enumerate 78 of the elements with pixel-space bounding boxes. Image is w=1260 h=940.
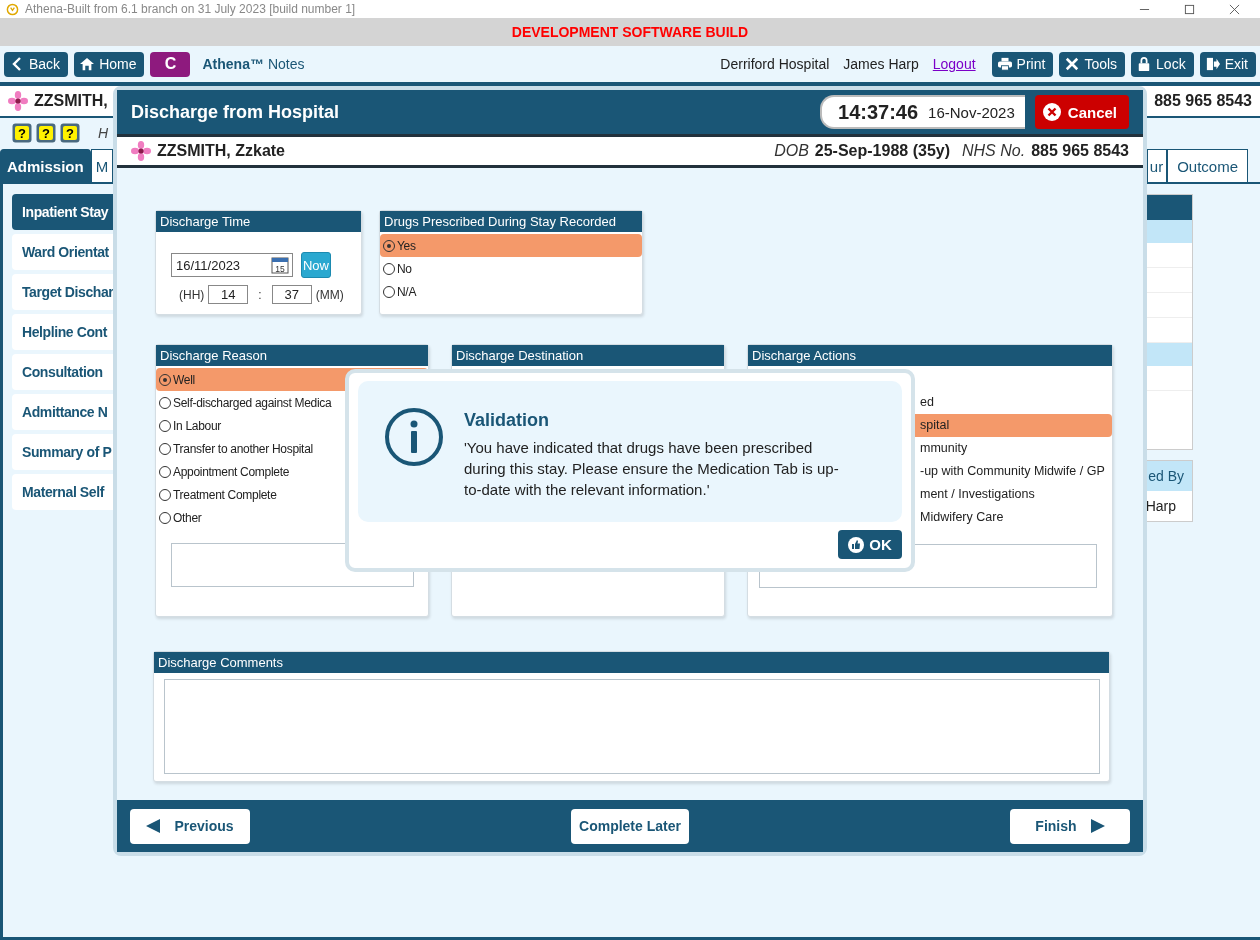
nhs-label: NHS No. [962, 142, 1026, 160]
tab[interactable]: Outcome [1167, 149, 1248, 182]
thumbs-up-icon[interactable] [848, 536, 865, 553]
home-button[interactable]: Home [74, 51, 145, 77]
minutes-field[interactable]: 37 [271, 285, 312, 304]
triangle-right-icon[interactable] [1090, 819, 1105, 833]
date-field[interactable]: 16/11/2023 15 [171, 253, 293, 277]
radio-option[interactable]: Self-discharged against Medica [156, 391, 428, 414]
table-cell-text: Harp [1144, 497, 1177, 516]
hospital-name: Derriford Hospital [720, 56, 830, 72]
radio-option[interactable]: Yes [380, 234, 642, 257]
tab[interactable]: M [90, 149, 114, 182]
panel-title: Discharge Time [156, 211, 361, 232]
flower-icon [8, 91, 28, 111]
radio-option[interactable]: In Labour [156, 414, 428, 437]
panel-title: Drugs Prescribed During Stay Recorded [380, 211, 642, 232]
calendar-icon[interactable]: 15 [271, 256, 289, 274]
user-name: James Harp [843, 56, 919, 72]
dialog-title: Discharge from Hospital [131, 101, 340, 123]
window-title: Athena-Built from 6.1 branch on 31 July 2023 [build number 1] [25, 2, 356, 16]
previous-button[interactable]: Previous [130, 808, 250, 844]
logout-link[interactable]: Logout [932, 56, 976, 72]
time-separator: : [258, 287, 262, 302]
radio-option[interactable]: Other [156, 506, 428, 529]
exit-icon[interactable] [1205, 57, 1220, 71]
back-button[interactable]: Back [4, 51, 69, 77]
radio-option[interactable]: Transfer to another Hospital [156, 437, 428, 460]
hours-label: (HH) [179, 287, 205, 302]
validation-title: Validation [464, 410, 551, 431]
patient-name: ZZSMITH, Zzkate [157, 142, 285, 160]
app-section: Notes [267, 56, 305, 72]
alert-icon[interactable]: ? [12, 123, 32, 143]
maximize-icon[interactable] [1184, 3, 1195, 15]
minutes-label: (MM) [315, 287, 344, 302]
lock-button[interactable]: Lock [1131, 51, 1194, 77]
flower-icon [131, 141, 151, 161]
app-name: Athena™ [202, 56, 264, 72]
tab[interactable]: ur [1146, 149, 1168, 182]
patient-name: ZZSMITH, [34, 92, 108, 110]
close-icon[interactable] [1229, 3, 1240, 15]
alert-icon[interactable]: ? [60, 123, 80, 143]
c-button[interactable]: C [150, 51, 191, 77]
panel-title: Discharge Actions [748, 345, 1112, 366]
radio-option[interactable]: Appointment Complete [156, 460, 428, 483]
complete-later-button[interactable]: Complete Later [571, 808, 689, 844]
clock-date: 16-Nov-2023 [928, 103, 1015, 121]
clock-time: 14:37:46 [838, 100, 919, 124]
radio-option[interactable]: No [380, 257, 642, 280]
tab[interactable]: Admission [0, 149, 91, 182]
finish-button[interactable]: Finish [1010, 808, 1130, 844]
tools-button[interactable]: Tools [1059, 51, 1126, 77]
ok-button[interactable]: OK [838, 530, 902, 559]
dob-value: 25-Sep-1988 (35y) [814, 142, 950, 160]
triangle-left-icon[interactable] [146, 819, 161, 833]
subtitle: H [98, 125, 109, 141]
panel-title: Discharge Comments [154, 652, 1109, 673]
print-button[interactable]: Print [991, 51, 1054, 77]
home-icon[interactable] [80, 57, 95, 71]
nhs-number: 885 965 8543 [1154, 92, 1252, 110]
chevron-left-icon[interactable] [10, 57, 24, 71]
panel-title: Discharge Reason [156, 345, 428, 366]
exit-button[interactable]: Exit [1199, 51, 1256, 77]
lock-icon[interactable] [1137, 57, 1152, 71]
radio-option[interactable]: N/A [380, 280, 642, 303]
cancel-button[interactable]: Cancel [1034, 95, 1129, 129]
dob-label: DOB [774, 142, 809, 160]
nhs-number: 885 965 8543 [1031, 142, 1129, 160]
hours-field[interactable]: 14 [208, 285, 249, 304]
app-icon [6, 2, 19, 16]
comments-field[interactable] [164, 679, 1100, 774]
banner-text: DEVELOPMENT SOFTWARE BUILD [511, 24, 749, 40]
close-circle-icon[interactable] [1042, 103, 1061, 121]
info-icon [384, 407, 444, 467]
printer-icon[interactable] [997, 57, 1012, 71]
panel-title: Discharge Destination [452, 345, 724, 366]
validation-message: 'You have indicated that drugs have been prescribed during this stay. Please ensure the Medication Tab is up-to-date with the relevant information.' [464, 438, 840, 500]
radio-option[interactable]: Treatment Complete [156, 483, 428, 506]
alert-icon[interactable]: ? [36, 123, 56, 143]
